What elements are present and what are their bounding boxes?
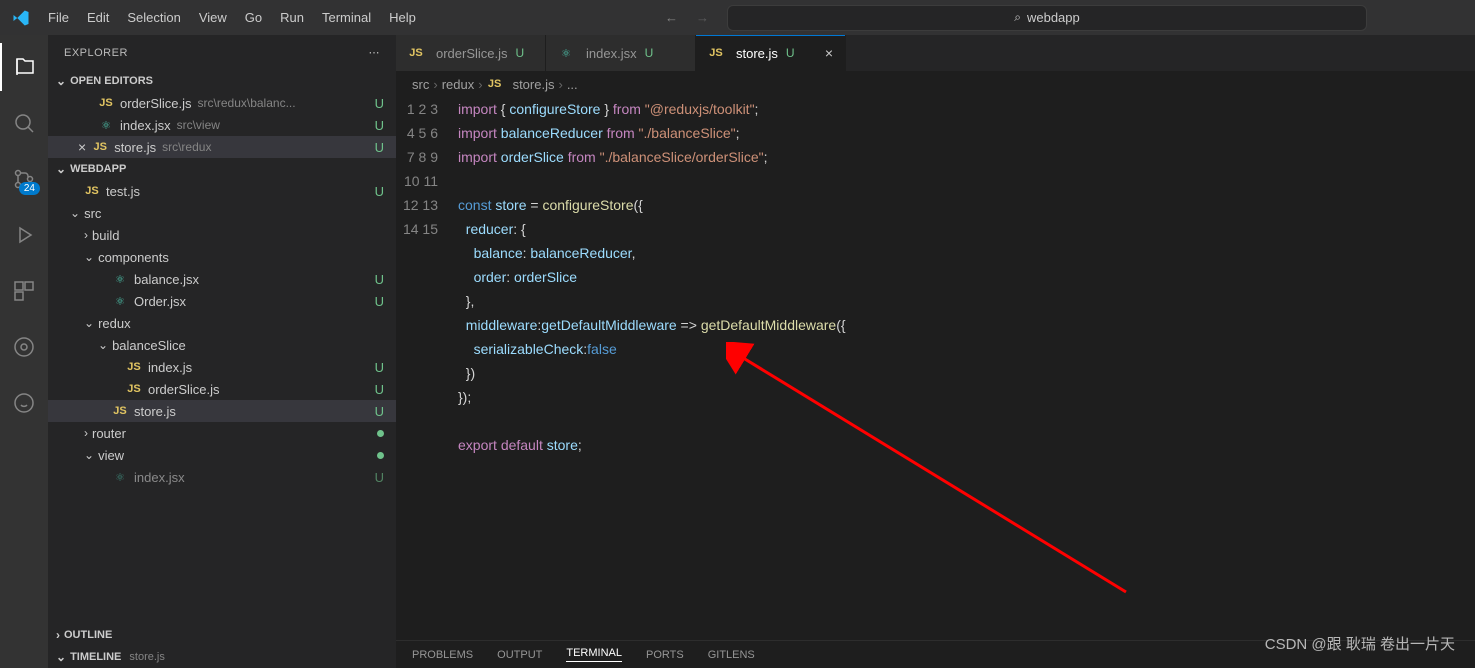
editor-tab[interactable]: JSstore.jsU× <box>696 35 846 71</box>
panel-tab-output[interactable]: OUTPUT <box>497 649 542 661</box>
command-center-search[interactable]: ⌕ webdapp <box>727 5 1367 31</box>
breadcrumb[interactable]: src›redux›JSstore.js›... <box>396 71 1475 97</box>
editor-tabs: JSorderSlice.jsU⚛index.jsxUJSstore.jsU× <box>396 35 1475 71</box>
breadcrumb-item[interactable]: store.js <box>513 77 555 92</box>
project-header[interactable]: ⌄WEBDAPP <box>48 158 396 180</box>
sidebar-title: EXPLORER <box>64 47 128 59</box>
menu-file[interactable]: File <box>40 6 77 29</box>
close-icon[interactable]: × <box>825 45 833 61</box>
tree-item[interactable]: ›router <box>48 422 396 444</box>
editor-tab[interactable]: ⚛index.jsxU <box>546 35 696 71</box>
open-editors-header[interactable]: ⌄OPEN EDITORS <box>48 70 396 92</box>
tree-item[interactable]: ⚛Order.jsxU <box>48 290 396 312</box>
menu-terminal[interactable]: Terminal <box>314 6 379 29</box>
chevron-icon: ⌄ <box>70 206 80 220</box>
chevron-icon: ⌄ <box>84 448 94 462</box>
breadcrumb-item[interactable]: ... <box>567 77 578 92</box>
menu-selection[interactable]: Selection <box>119 6 188 29</box>
file-tree: JStest.jsU⌄src›build⌄components⚛balance.… <box>48 180 396 624</box>
activity-search[interactable] <box>0 99 48 147</box>
sidebar-header: EXPLORER ⋯ <box>48 35 396 70</box>
tree-item[interactable]: JSindex.jsU <box>48 356 396 378</box>
nav-back-icon[interactable]: ← <box>665 10 678 25</box>
chevron-icon: › <box>84 228 88 242</box>
tree-item[interactable]: ⌄balanceSlice <box>48 334 396 356</box>
tree-item[interactable]: ⌄redux <box>48 312 396 334</box>
menu-view[interactable]: View <box>191 6 235 29</box>
chevron-icon: ⌄ <box>98 338 108 352</box>
panel-tab-gitlens[interactable]: GITLENS <box>708 649 755 661</box>
chevron-down-icon: ⌄ <box>56 74 66 88</box>
tree-item[interactable]: JSorderSlice.jsU <box>48 378 396 400</box>
titlebar: FileEditSelectionViewGoRunTerminalHelp ←… <box>0 0 1475 35</box>
editor-area: JSorderSlice.jsU⚛index.jsxUJSstore.jsU× … <box>396 35 1475 668</box>
chevron-icon: ⌄ <box>84 250 94 264</box>
breadcrumb-item[interactable]: redux <box>442 77 475 92</box>
tree-item[interactable]: ⌄view <box>48 444 396 466</box>
panel-tab-terminal[interactable]: TERMINAL <box>566 647 622 662</box>
line-numbers: 1 2 3 4 5 6 7 8 9 10 11 12 13 14 15 <box>396 97 458 640</box>
sidebar: EXPLORER ⋯ ⌄OPEN EDITORS JSorderSlice.js… <box>48 35 396 668</box>
chevron-down-icon: ⌄ <box>56 162 66 176</box>
open-editor-item[interactable]: ×JSstore.jssrc\reduxU <box>48 136 396 158</box>
menu-go[interactable]: Go <box>237 6 270 29</box>
chevron-right-icon: › <box>56 628 60 642</box>
tree-item[interactable]: ⚛balance.jsxU <box>48 268 396 290</box>
panel-tab-ports[interactable]: PORTS <box>646 649 684 661</box>
open-editor-item[interactable]: ⚛index.jsxsrc\viewU <box>48 114 396 136</box>
search-icon: ⌕ <box>1014 10 1021 25</box>
open-editor-item[interactable]: JSorderSlice.jssrc\redux\balanc...U <box>48 92 396 114</box>
menu-edit[interactable]: Edit <box>79 6 117 29</box>
outline-header[interactable]: ›OUTLINE <box>48 624 396 646</box>
menu-help[interactable]: Help <box>381 6 424 29</box>
menubar: FileEditSelectionViewGoRunTerminalHelp <box>40 6 424 29</box>
menu-run[interactable]: Run <box>272 6 312 29</box>
nav-arrows: ← → <box>647 10 727 25</box>
tree-item[interactable]: ⌄src <box>48 202 396 224</box>
code-content[interactable]: import { configureStore } from "@reduxjs… <box>458 97 1475 640</box>
panel-tab-problems[interactable]: PROBLEMS <box>412 649 473 661</box>
activity-extra[interactable] <box>0 379 48 427</box>
vscode-logo-icon <box>12 9 30 27</box>
activity-bar: 24 <box>0 35 48 668</box>
editor-tab[interactable]: JSorderSlice.jsU <box>396 35 546 71</box>
tree-item[interactable]: JSstore.jsU <box>48 400 396 422</box>
more-icon[interactable]: ⋯ <box>369 46 381 59</box>
timeline-header[interactable]: ⌄TIMELINEstore.js <box>48 646 396 668</box>
watermark: CSDN @跟 耿瑞 卷出一片天 <box>1265 633 1455 654</box>
chevron-icon: ⌄ <box>84 316 94 330</box>
tree-item[interactable]: ⚛index.jsxU <box>48 466 396 488</box>
open-editors-list: JSorderSlice.jssrc\redux\balanc...U⚛inde… <box>48 92 396 158</box>
tree-item[interactable]: ›build <box>48 224 396 246</box>
activity-debug[interactable] <box>0 211 48 259</box>
search-placeholder: webdapp <box>1027 10 1080 25</box>
scm-badge: 24 <box>19 182 40 195</box>
close-icon[interactable]: × <box>78 139 86 155</box>
breadcrumb-item[interactable]: src <box>412 77 429 92</box>
activity-explorer[interactable] <box>0 43 48 91</box>
activity-scm[interactable]: 24 <box>0 155 48 203</box>
activity-remote[interactable] <box>0 323 48 371</box>
activity-extensions[interactable] <box>0 267 48 315</box>
tree-item[interactable]: ⌄components <box>48 246 396 268</box>
chevron-icon: › <box>84 426 88 440</box>
nav-forward-icon[interactable]: → <box>696 10 709 25</box>
code-editor[interactable]: 1 2 3 4 5 6 7 8 9 10 11 12 13 14 15 impo… <box>396 97 1475 640</box>
chevron-down-icon: ⌄ <box>56 650 66 664</box>
tree-item[interactable]: JStest.jsU <box>48 180 396 202</box>
